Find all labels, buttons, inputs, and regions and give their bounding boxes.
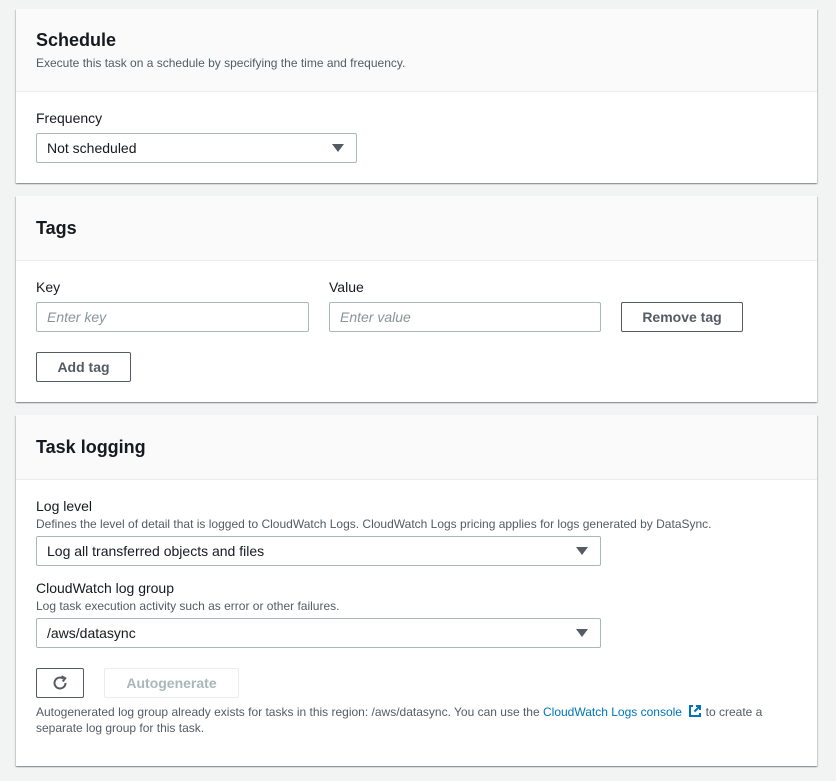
frequency-label: Frequency	[36, 110, 103, 126]
log-group-select[interactable]: /aws/datasync	[36, 618, 601, 648]
tag-key-label: Key	[36, 279, 61, 295]
tag-value-label: Value	[329, 279, 364, 295]
log-group-label: CloudWatch log group	[36, 580, 175, 596]
add-tag-button[interactable]: Add tag	[36, 352, 131, 382]
frequency-select[interactable]: Not scheduled	[36, 133, 357, 163]
schedule-title: Schedule	[36, 30, 117, 50]
task-logging-panel: Task logging Log level Defines the level…	[16, 415, 817, 766]
tag-key-input[interactable]	[36, 302, 309, 332]
caret-down-icon	[576, 547, 588, 555]
helper-text-before: Autogenerated log group already exists f…	[36, 705, 543, 719]
tags-panel: Tags Key Value Remove tag Add tag	[16, 196, 817, 402]
refresh-icon	[53, 675, 67, 690]
log-group-select-value: /aws/datasync	[47, 625, 136, 641]
tags-panel-header: Tags	[16, 196, 817, 261]
frequency-select-value: Not scheduled	[47, 140, 137, 156]
refresh-button[interactable]	[36, 668, 84, 698]
caret-down-icon	[576, 629, 588, 637]
schedule-panel-header: Schedule Execute this task on a schedule…	[16, 9, 817, 92]
cloudwatch-logs-console-link-label: CloudWatch Logs console	[542, 705, 682, 719]
remove-tag-button[interactable]: Remove tag	[621, 302, 743, 332]
task-logging-title: Task logging	[36, 437, 146, 457]
caret-down-icon	[332, 144, 344, 152]
tag-value-input[interactable]	[329, 302, 601, 332]
log-group-helper-text: Autogenerated log group already exists f…	[36, 704, 796, 736]
cloudwatch-logs-console-link[interactable]: CloudWatch Logs console	[543, 705, 702, 719]
log-level-label: Log level	[36, 498, 93, 514]
log-level-description: Defines the level of detail that is logg…	[36, 517, 712, 531]
autogenerate-button[interactable]: Autogenerate	[104, 668, 239, 698]
log-level-select-value: Log all transferred objects and files	[47, 543, 265, 559]
external-link-icon	[689, 705, 702, 717]
log-group-description: Log task execution activity such as erro…	[36, 599, 340, 613]
schedule-description: Execute this task on a schedule by speci…	[36, 56, 406, 70]
task-logging-panel-header: Task logging	[16, 415, 817, 480]
log-level-select[interactable]: Log all transferred objects and files	[36, 536, 601, 566]
tags-title: Tags	[36, 218, 77, 238]
schedule-panel: Schedule Execute this task on a schedule…	[16, 9, 817, 183]
